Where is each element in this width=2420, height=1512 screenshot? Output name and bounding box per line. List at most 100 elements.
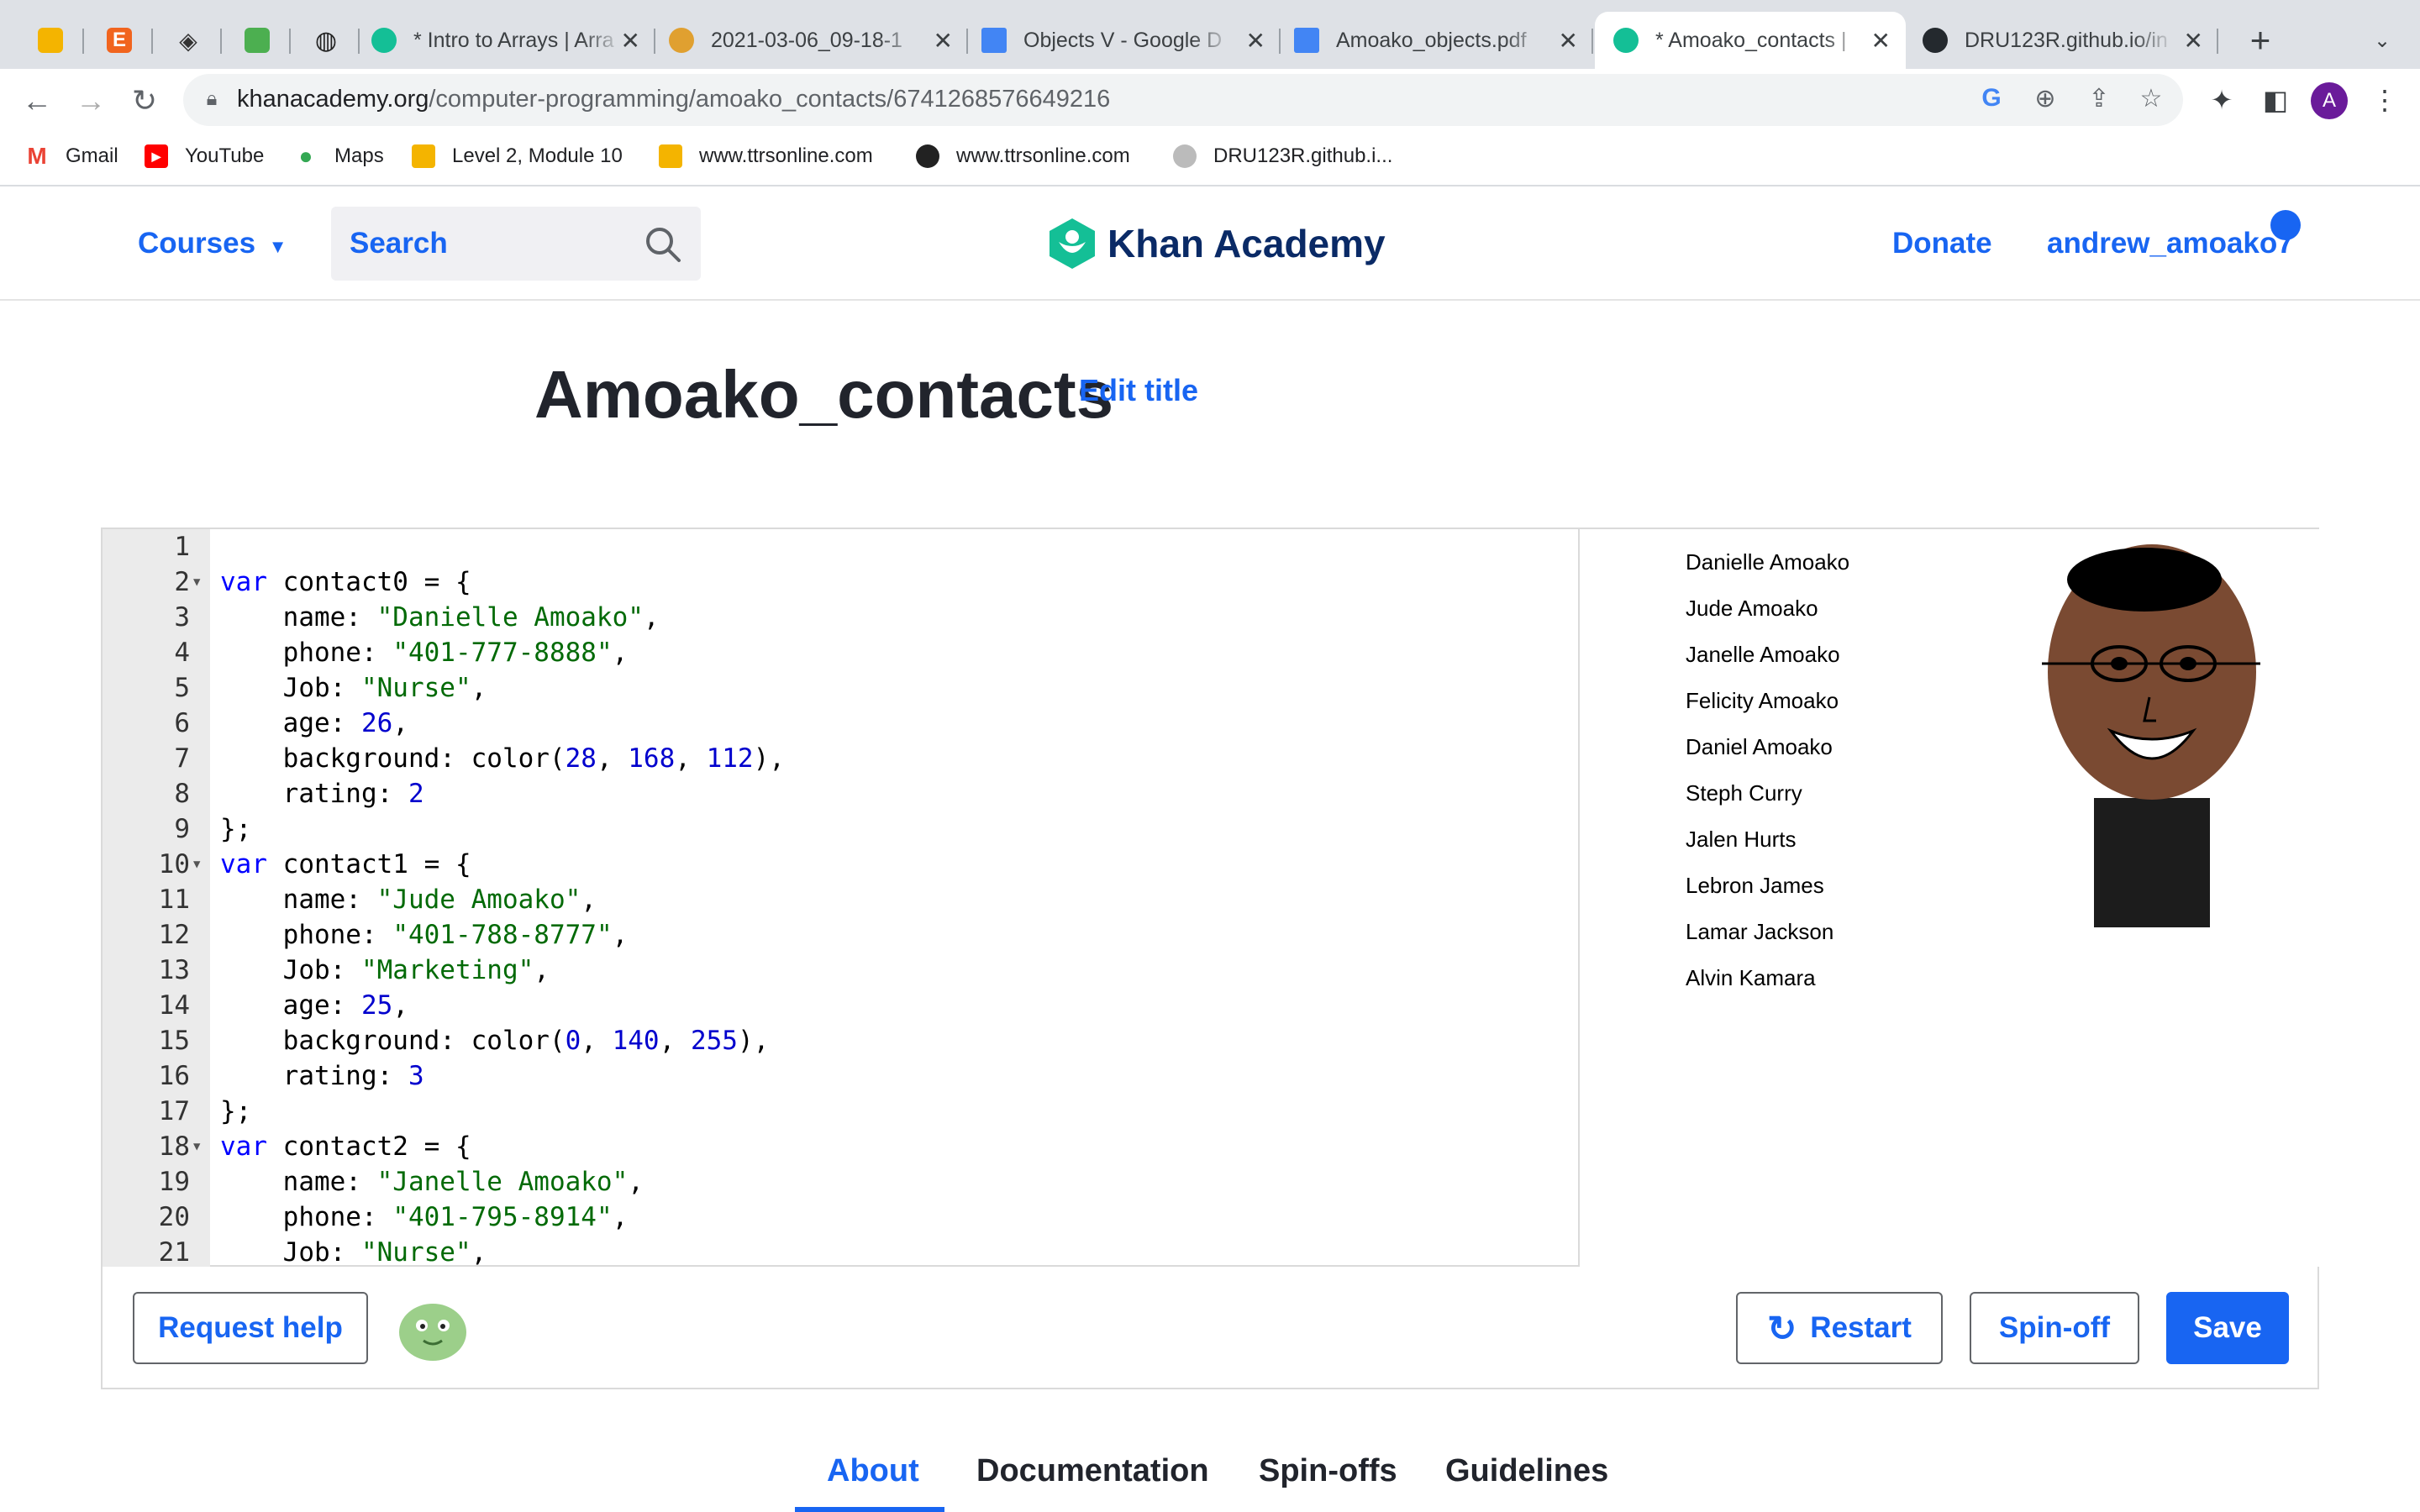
user-menu[interactable]: andrew_amoako7: [2047, 227, 2294, 260]
code-line[interactable]: 18 ▼ var contact2 = {: [103, 1129, 1578, 1164]
code-line[interactable]: 11 name: "Jude Amoako",: [103, 882, 1578, 917]
tab-about[interactable]: About: [827, 1453, 919, 1489]
contact-name: Lebron James: [1686, 873, 1824, 898]
search-icon[interactable]: [644, 225, 682, 264]
fold-arrow-icon[interactable]: ▼: [193, 564, 200, 600]
profile-avatar[interactable]: A: [2311, 82, 2348, 119]
notification-dot: [2270, 210, 2301, 240]
code-line[interactable]: 6 age: 26,: [103, 706, 1578, 741]
save-button[interactable]: Save: [2166, 1292, 2289, 1364]
code-line[interactable]: 4 phone: "401-777-8888",: [103, 635, 1578, 670]
tab-title: 2021-03-06_09-18-1: [711, 28, 902, 52]
tab-guidelines[interactable]: Guidelines: [1445, 1453, 1608, 1489]
close-icon[interactable]: ✕: [1246, 27, 1265, 55]
browser-tab[interactable]: E: [86, 12, 153, 69]
browser-tab[interactable]: DRU123R.github.io/in ✕: [1907, 12, 2218, 69]
code-line[interactable]: 5 Job: "Nurse",: [103, 670, 1578, 706]
bookmark-item[interactable]: www.ttrsonline.com: [659, 144, 873, 168]
code-text: age: 25,: [220, 990, 408, 1021]
avatar-drawing: [2042, 544, 2260, 927]
back-icon[interactable]: ←: [15, 79, 59, 123]
browser-tab[interactable]: [224, 12, 291, 69]
search-input[interactable]: Search: [331, 207, 701, 281]
contact-name: Alvin Kamara: [1686, 965, 1816, 990]
bookmark-item[interactable]: ● Maps: [294, 143, 384, 169]
line-number: 11: [158, 885, 190, 915]
bookmark-item[interactable]: Level 2, Module 10: [412, 144, 623, 168]
zoom-icon[interactable]: ⊕: [2028, 84, 2062, 113]
code-editor[interactable]: 1 2 ▼ var contact0 = {3 name: "Danielle Amo…: [103, 529, 1578, 1268]
code-line[interactable]: 15 background: color(0, 140, 255),: [103, 1023, 1578, 1058]
menu-kebab-icon[interactable]: ⋮: [2366, 84, 2403, 116]
line-number: 7: [174, 743, 190, 774]
bookmark-item[interactable]: ▶ YouTube: [145, 144, 264, 168]
code-line[interactable]: 14 age: 25,: [103, 988, 1578, 1023]
code-line[interactable]: 21 Job: "Nurse",: [103, 1235, 1578, 1268]
brand-logo[interactable]: Khan Academy: [1047, 217, 1386, 270]
new-tab-button[interactable]: +: [2235, 12, 2286, 69]
code-text: phone: "401-777-8888",: [220, 638, 629, 668]
forward-icon[interactable]: →: [69, 79, 113, 123]
reload-icon[interactable]: ↻: [123, 79, 166, 123]
code-text: Job: "Marketing",: [220, 955, 550, 985]
browser-tab[interactable]: ◍: [292, 12, 360, 69]
browser-tab[interactable]: ◈: [155, 12, 222, 69]
fold-arrow-icon[interactable]: ▼: [193, 847, 200, 882]
close-icon[interactable]: ✕: [621, 27, 640, 55]
browser-tab[interactable]: Amoako_objects.pdf ✕: [1282, 12, 1593, 69]
line-number: 17: [158, 1096, 190, 1126]
code-line[interactable]: 3 name: "Danielle Amoako",: [103, 600, 1578, 635]
code-line[interactable]: 19 name: "Janelle Amoako",: [103, 1164, 1578, 1200]
contact-name: Jude Amoako: [1686, 596, 1818, 621]
fold-arrow-icon[interactable]: ▼: [193, 1129, 200, 1164]
code-line[interactable]: 2 ▼ var contact0 = {: [103, 564, 1578, 600]
code-line[interactable]: 13 Job: "Marketing",: [103, 953, 1578, 988]
tab-search-icon[interactable]: ⌄: [2361, 12, 2403, 69]
share-icon[interactable]: ⇪: [2082, 84, 2116, 113]
bookmark-star-icon[interactable]: ☆: [2134, 84, 2168, 113]
line-number: 18: [158, 1131, 190, 1162]
bookmark-label: www.ttrsonline.com: [956, 144, 1130, 167]
browser-tab[interactable]: [17, 12, 84, 69]
browser-toolbar: ← → ↻ 🔒︎ khanacademy.org/computer-progra…: [0, 69, 2420, 133]
request-help-button[interactable]: Request help: [133, 1292, 368, 1364]
code-line[interactable]: 9};: [103, 811, 1578, 847]
code-line[interactable]: 17};: [103, 1094, 1578, 1129]
spin-off-button[interactable]: Spin-off: [1970, 1292, 2139, 1364]
extensions-icon[interactable]: ✦: [2203, 84, 2240, 116]
line-number: 14: [158, 990, 190, 1021]
code-line[interactable]: 12 phone: "401-788-8777",: [103, 917, 1578, 953]
close-icon[interactable]: ✕: [1871, 27, 1891, 55]
code-line[interactable]: 16 rating: 3: [103, 1058, 1578, 1094]
browser-tab[interactable]: * Intro to Arrays | Arra ✕: [360, 12, 655, 69]
tab-documentation[interactable]: Documentation: [976, 1453, 1209, 1489]
browser-tab[interactable]: 2021-03-06_09-18-1 ✕: [657, 12, 968, 69]
courses-menu[interactable]: Courses ▼: [138, 227, 287, 260]
close-icon[interactable]: ✕: [2184, 27, 2203, 55]
close-icon[interactable]: ✕: [934, 27, 953, 55]
program-output-canvas[interactable]: Danielle Amoako Jude Amoako Janelle Amoako…: [1578, 529, 2319, 1268]
line-number: 21: [158, 1237, 190, 1268]
tab-spin-offs[interactable]: Spin-offs: [1259, 1453, 1397, 1489]
edit-title-link[interactable]: Edit title: [1079, 373, 1198, 408]
line-number: 10: [158, 849, 190, 879]
bookmark-item[interactable]: M Gmail: [25, 143, 118, 169]
close-icon[interactable]: ✕: [1559, 27, 1578, 55]
restart-button[interactable]: ↻ Restart: [1736, 1292, 1943, 1364]
browser-tab-active[interactable]: * Amoako_contacts | ✕: [1595, 12, 1906, 69]
browser-tab[interactable]: Objects V - Google D ✕: [970, 12, 1281, 69]
code-line[interactable]: 7 background: color(28, 168, 112),: [103, 741, 1578, 776]
code-line[interactable]: 8 rating: 2: [103, 776, 1578, 811]
code-text: };: [220, 1096, 252, 1126]
bookmark-item[interactable]: DRU123R.github.i...: [1173, 144, 1392, 168]
code-line[interactable]: 20 phone: "401-795-8914",: [103, 1200, 1578, 1235]
google-icon[interactable]: G: [1975, 84, 2008, 113]
donate-link[interactable]: Donate: [1892, 227, 1992, 260]
address-bar[interactable]: 🔒︎ khanacademy.org/computer-programming/…: [183, 74, 2183, 126]
bookmark-item[interactable]: www.ttrsonline.com: [916, 144, 1130, 168]
code-text: phone: "401-788-8777",: [220, 920, 629, 950]
code-line[interactable]: 10 ▼ var contact1 = {: [103, 847, 1578, 882]
line-number: 13: [158, 955, 190, 985]
code-line[interactable]: 1: [103, 529, 1578, 564]
side-panel-icon[interactable]: ◧: [2257, 84, 2294, 116]
